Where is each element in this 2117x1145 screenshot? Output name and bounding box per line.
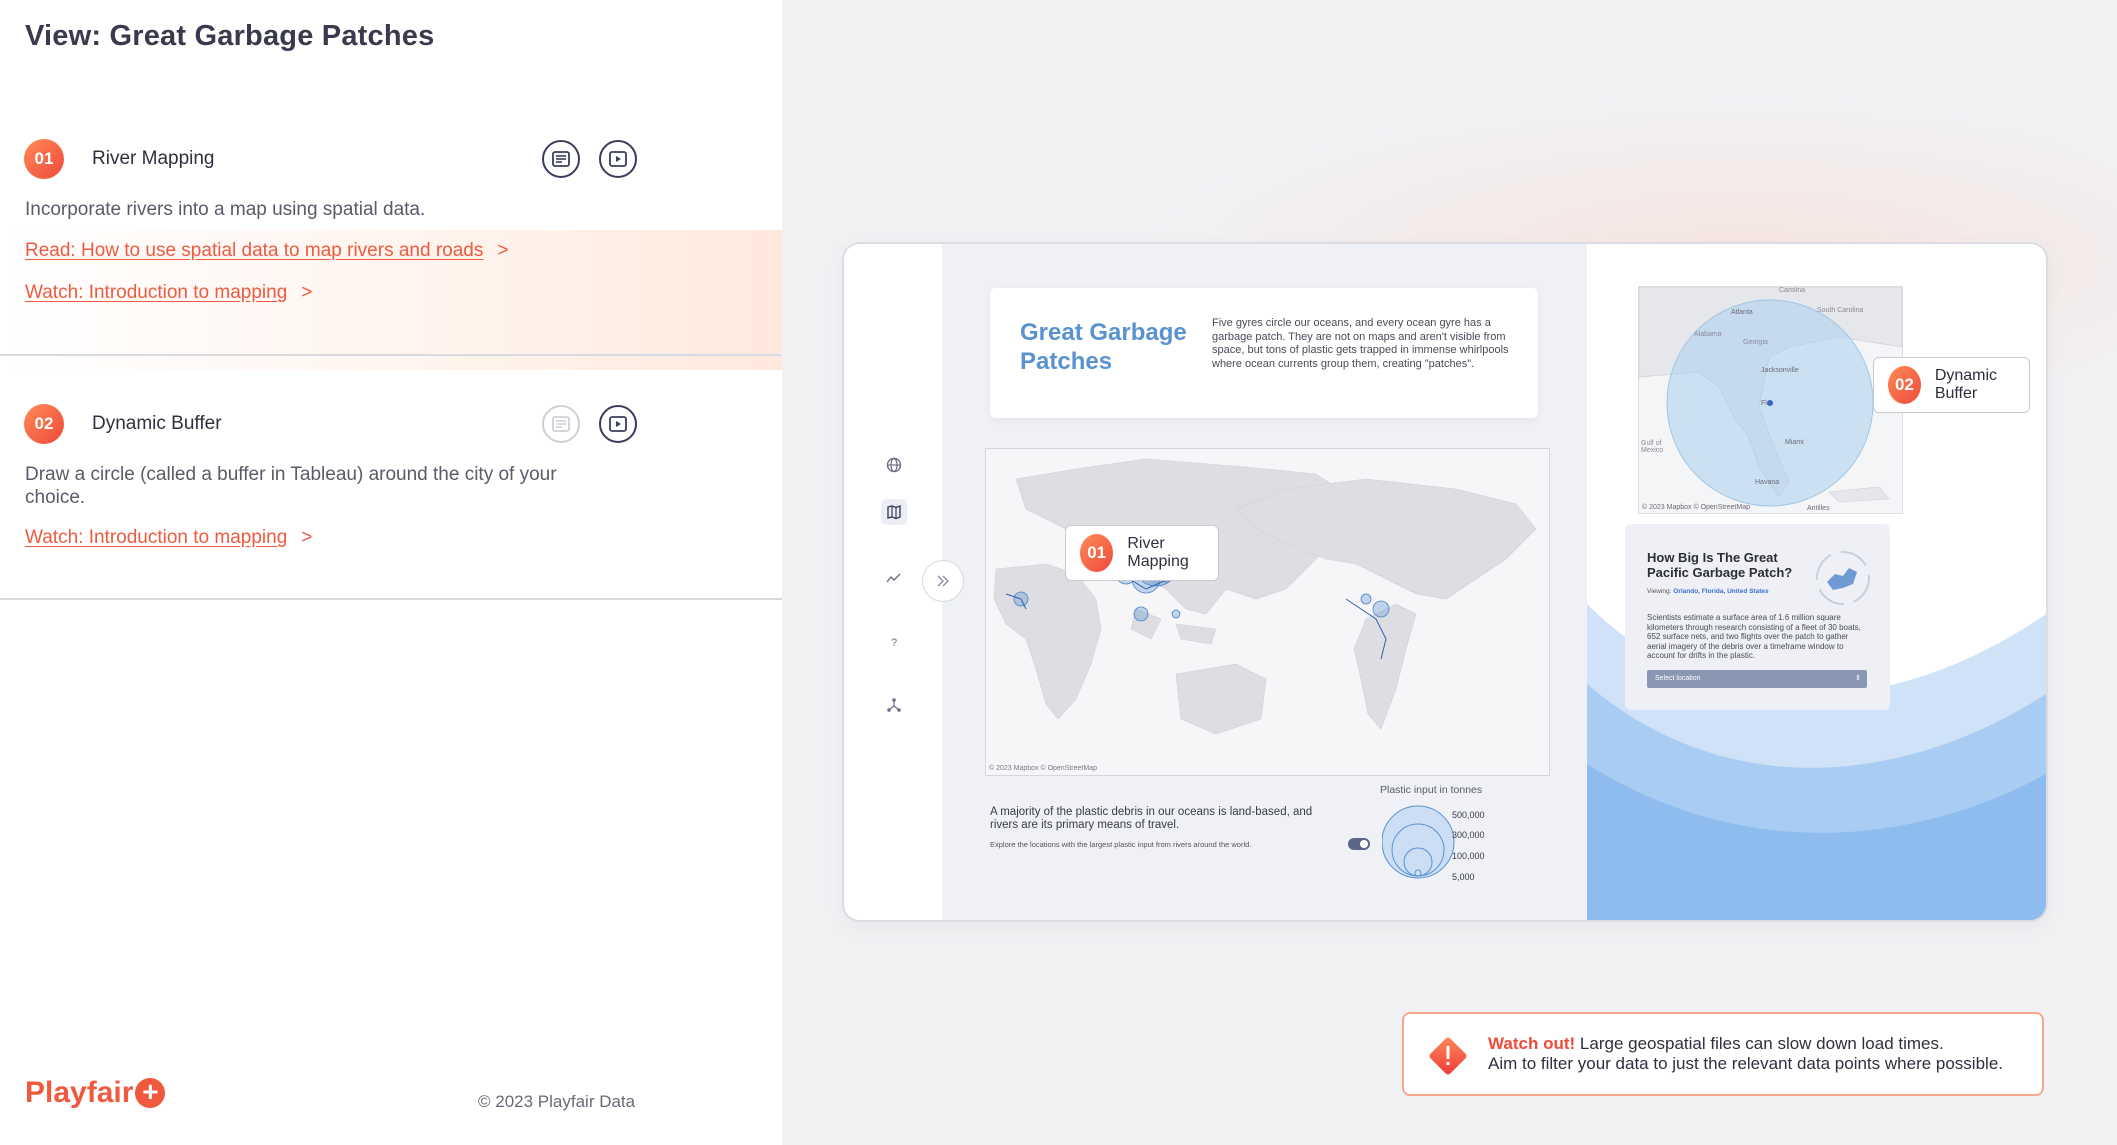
chevron-right-icon: > [301,282,313,303]
size-legend [1382,805,1455,879]
logo-text: Playfair [25,1076,134,1109]
help-icon[interactable]: ? [881,629,907,655]
callout-river-mapping: 01 River Mapping [1065,525,1219,581]
info-title: How Big Is The Great Pacific Garbage Pat… [1647,550,1793,580]
chevron-right-icon: > [301,527,313,548]
map-label: Miami [1785,439,1804,446]
map-footnote: A majority of the plastic debris in our … [990,806,1313,831]
map-icon[interactable] [881,499,907,525]
world-river-map[interactable]: © 2023 Mapbox © OpenStreetMap [985,448,1550,776]
read-button-disabled [542,405,580,443]
map-label: Havana [1755,479,1780,486]
patch-shape-icon [1816,551,1870,605]
legend-value: 5,000 [1452,872,1475,882]
link-text: Watch: Introduction to mapping [25,282,288,303]
watch-button[interactable] [599,405,637,443]
step-badge-02: 02 [1888,366,1921,404]
step-description: Draw a circle (called a buffer in Tablea… [25,464,557,508]
map-label: South Carolina [1817,307,1864,314]
watch-out-notice: Watch out! Large geospatial files can sl… [1402,1012,2044,1096]
link-text: Watch: Introduction to mapping [25,527,288,548]
map-label: Fla [1761,400,1771,407]
globe-icon[interactable] [881,452,907,478]
florida-buffer-map[interactable]: Carolina Atlanta South Carolina Alabama … [1638,286,1903,514]
dashboard-preview: ? Great Garbage Patches Five gyres circl… [842,242,2048,922]
updown-caret-icon: ⇕ [1855,675,1861,682]
plus-icon: + [135,1078,166,1108]
warning-diamond-icon [1429,1037,1467,1075]
viewing-location: Viewing: Orlando, Florida, United States [1647,588,1769,595]
step-badge-01: 01 [1080,534,1114,572]
preview-stage: ? Great Garbage Patches Five gyres circl… [782,0,2117,1145]
trend-icon[interactable] [881,565,907,591]
legend-value: 100,000 [1452,851,1485,861]
step-title-river-mapping: River Mapping [92,148,215,169]
map-label: Antilles [1807,505,1830,512]
watch-intro-mapping-link[interactable]: Watch: Introduction to mapping > [25,527,312,549]
callout-dynamic-buffer: 02 Dynamic Buffer [1873,357,2030,413]
instructions-panel: View: Great Garbage Patches 01 River Map… [0,0,782,1145]
map-label: Carolina [1779,287,1806,294]
warning-text: Watch out! Large geospatial files can sl… [1488,1034,2003,1074]
step-badge-02: 02 [24,404,64,444]
select-location-dropdown[interactable]: Select location ⇕ [1647,670,1867,688]
video-play-icon [609,151,627,167]
article-icon [552,416,570,432]
patch-info-card: How Big Is The Great Pacific Garbage Pat… [1625,524,1890,710]
map-label: Atlanta [1731,309,1753,316]
page-title: View: Great Garbage Patches [25,20,435,52]
read-spatial-data-link[interactable]: Read: How to use spatial data to map riv… [25,240,508,262]
watch-intro-mapping-link[interactable]: Watch: Introduction to mapping > [25,282,312,304]
hero-card: Great Garbage Patches Five gyres circle … [990,288,1538,418]
hero-text: Five gyres circle our oceans, and every … [1212,317,1509,370]
hero-title: Great Garbage Patches [1020,319,1187,375]
legend-value: 500,000 [1452,810,1485,820]
link-text: Read: How to use spatial data to map riv… [25,240,484,261]
expand-panel-button[interactable] [922,560,964,602]
warning-line-2: Aim to filter your data to just the rele… [1488,1054,2003,1073]
map-label: Alabama [1694,331,1722,338]
viewing-label: Viewing: [1647,588,1672,595]
step-title-dynamic-buffer: Dynamic Buffer [92,413,222,434]
legend-value: 300,000 [1452,830,1485,840]
viewing-value: Orlando, Florida, United States [1673,588,1769,595]
playfair-logo[interactable]: Playfair + [25,1076,166,1110]
warning-strong: Watch out! [1488,1034,1576,1053]
video-play-icon [609,416,627,432]
article-icon [552,151,570,167]
network-icon[interactable] [881,692,907,718]
select-label: Select location [1655,675,1701,682]
callout-label: River Mapping [1127,535,1189,570]
warning-line-1: Large geospatial files can slow down loa… [1579,1034,1944,1053]
read-button[interactable] [542,140,580,178]
callout-label: Dynamic Buffer [1934,367,1998,402]
map-label: Georgia [1743,339,1768,346]
section-divider [0,354,782,356]
legend-title: Plastic input in tonnes [1380,784,1483,796]
double-chevron-right-icon [937,575,949,587]
rivers-toggle[interactable] [1348,838,1370,850]
map-label: Jacksonville [1761,367,1799,374]
step-description: Incorporate rivers into a map using spat… [25,199,426,220]
map-label: Gulf of Mexico [1641,440,1664,454]
watch-button[interactable] [599,140,637,178]
map-footnote-sub: Explore the locations with the largest p… [990,840,1252,849]
step-badge-01: 01 [24,139,64,179]
copyright: © 2023 Playfair Data [478,1092,636,1111]
buffer-pane: Carolina Atlanta South Carolina Alabama … [1587,244,2046,920]
chevron-right-icon: > [497,240,509,261]
map-credit: © 2023 Mapbox © OpenStreetMap [1642,504,1750,511]
info-body: Scientists estimate a surface area of 1.… [1647,613,1861,660]
section-divider [0,598,782,600]
map-credit: © 2023 Mapbox © OpenStreetMap [989,765,1097,772]
dashboard-content: Great Garbage Patches Five gyres circle … [942,244,1587,920]
world-map-graphic [993,458,1537,735]
svg-text:?: ? [891,637,897,649]
